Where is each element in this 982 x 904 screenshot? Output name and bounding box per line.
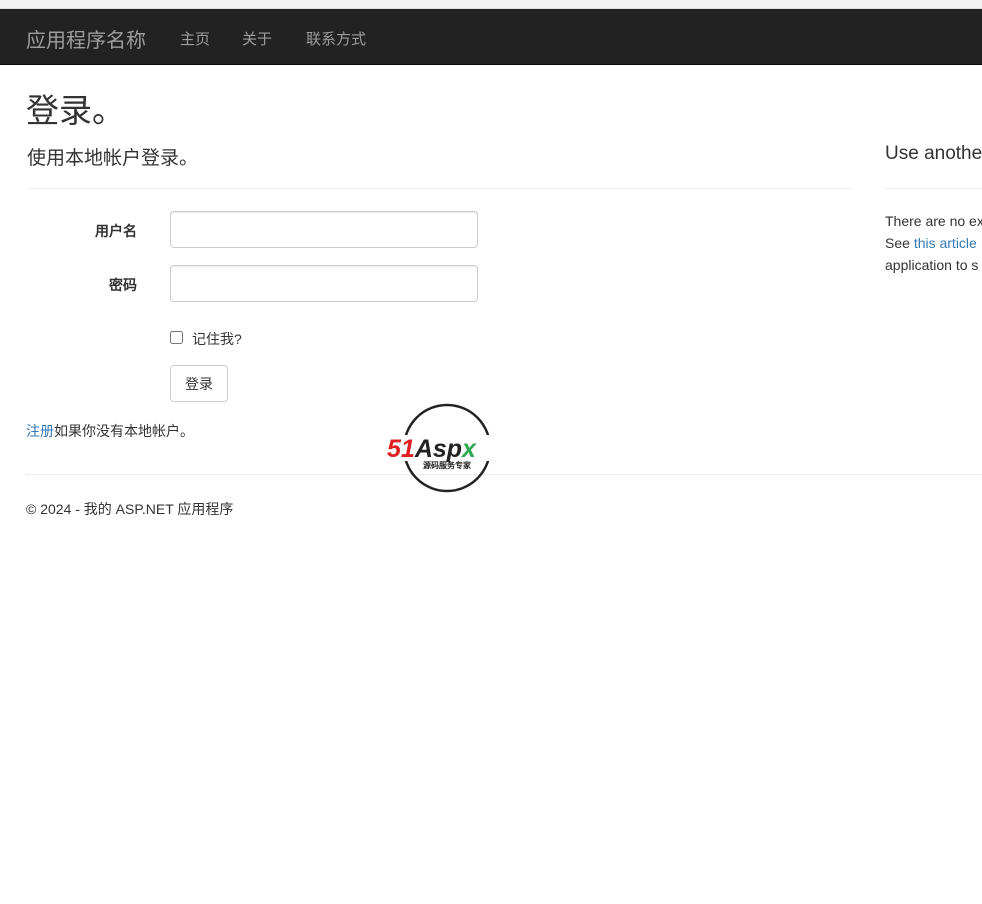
page-title: 登录。: [26, 92, 125, 129]
remember-me-checkbox[interactable]: [170, 331, 183, 344]
external-login-text-line-1: There are no ex: [885, 213, 982, 229]
username-label: 用户名: [95, 223, 137, 239]
external-login-text-line-2: See this article: [885, 235, 977, 251]
register-link[interactable]: 注册: [26, 423, 54, 439]
divider: [885, 188, 982, 189]
register-line: 注册如果你没有本地帐户。: [26, 421, 194, 441]
local-login-heading: 使用本地帐户登录。: [27, 148, 199, 169]
external-login-text-line-3: application to s: [885, 257, 979, 273]
watermark-logo-text: 51Aspx: [387, 435, 477, 463]
watermark-logo: 51Aspx 源码服务专家: [387, 403, 511, 493]
article-link[interactable]: this article: [914, 235, 977, 251]
login-button[interactable]: 登录: [170, 365, 228, 402]
nav-link-home[interactable]: 主页: [180, 28, 210, 49]
navbar: 应用程序名称 主页 关于 联系方式: [0, 9, 982, 65]
browser-top-strip: [0, 0, 982, 9]
password-input[interactable]: [170, 265, 478, 302]
see-prefix: See: [885, 235, 914, 251]
remember-me-label[interactable]: 记住我?: [192, 329, 242, 349]
register-suffix: 如果你没有本地帐户。: [54, 423, 194, 439]
username-input[interactable]: [170, 211, 478, 248]
nav-link-about[interactable]: 关于: [242, 28, 272, 49]
divider: [27, 188, 852, 189]
brand-link[interactable]: 应用程序名称: [26, 24, 146, 53]
footer-text: © 2024 - 我的 ASP.NET 应用程序: [26, 501, 234, 517]
nav-link-contact[interactable]: 联系方式: [306, 28, 366, 49]
external-login-heading: Use anothe: [885, 143, 982, 164]
watermark-tagline: 源码服务专家: [423, 460, 472, 470]
password-label: 密码: [109, 277, 137, 293]
